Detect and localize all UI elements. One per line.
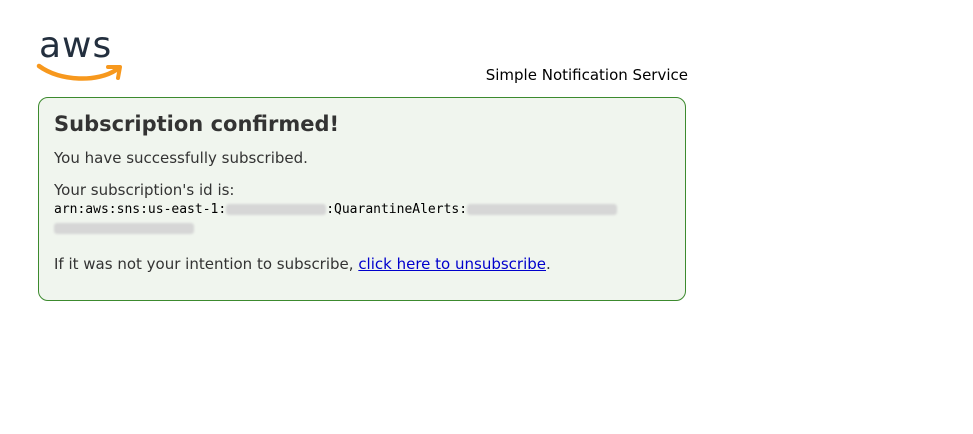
service-name: Simple Notification Service: [485, 66, 688, 84]
page: aws Simple Notification Service Subscrip…: [0, 0, 973, 434]
redacted-subscription-uuid-part2: [54, 223, 194, 234]
unsubscribe-suffix: .: [546, 255, 551, 273]
success-message: You have successfully subscribed.: [54, 149, 308, 167]
page-title: Subscription confirmed!: [54, 112, 340, 136]
subscription-id-label: Your subscription's id is:: [54, 181, 235, 199]
arn-prefix: arn:aws:sns:us-east-1:: [54, 202, 227, 217]
unsubscribe-prefix: If it was not your intention to subscrib…: [54, 255, 359, 273]
redacted-account-id: [226, 204, 327, 215]
unsubscribe-notice: If it was not your intention to subscrib…: [54, 254, 670, 274]
confirmation-panel: Subscription confirmed! You have success…: [38, 97, 686, 301]
arn-topic: :QuarantineAlerts:: [326, 202, 468, 217]
unsubscribe-link[interactable]: click here to unsubscribe: [358, 255, 546, 273]
aws-logo: aws: [36, 26, 126, 84]
aws-smile-icon: [36, 63, 122, 81]
subscription-arn: arn:aws:sns:us-east-1: :QuarantineAlerts:: [54, 200, 670, 238]
redacted-subscription-uuid-part1: [467, 204, 618, 215]
